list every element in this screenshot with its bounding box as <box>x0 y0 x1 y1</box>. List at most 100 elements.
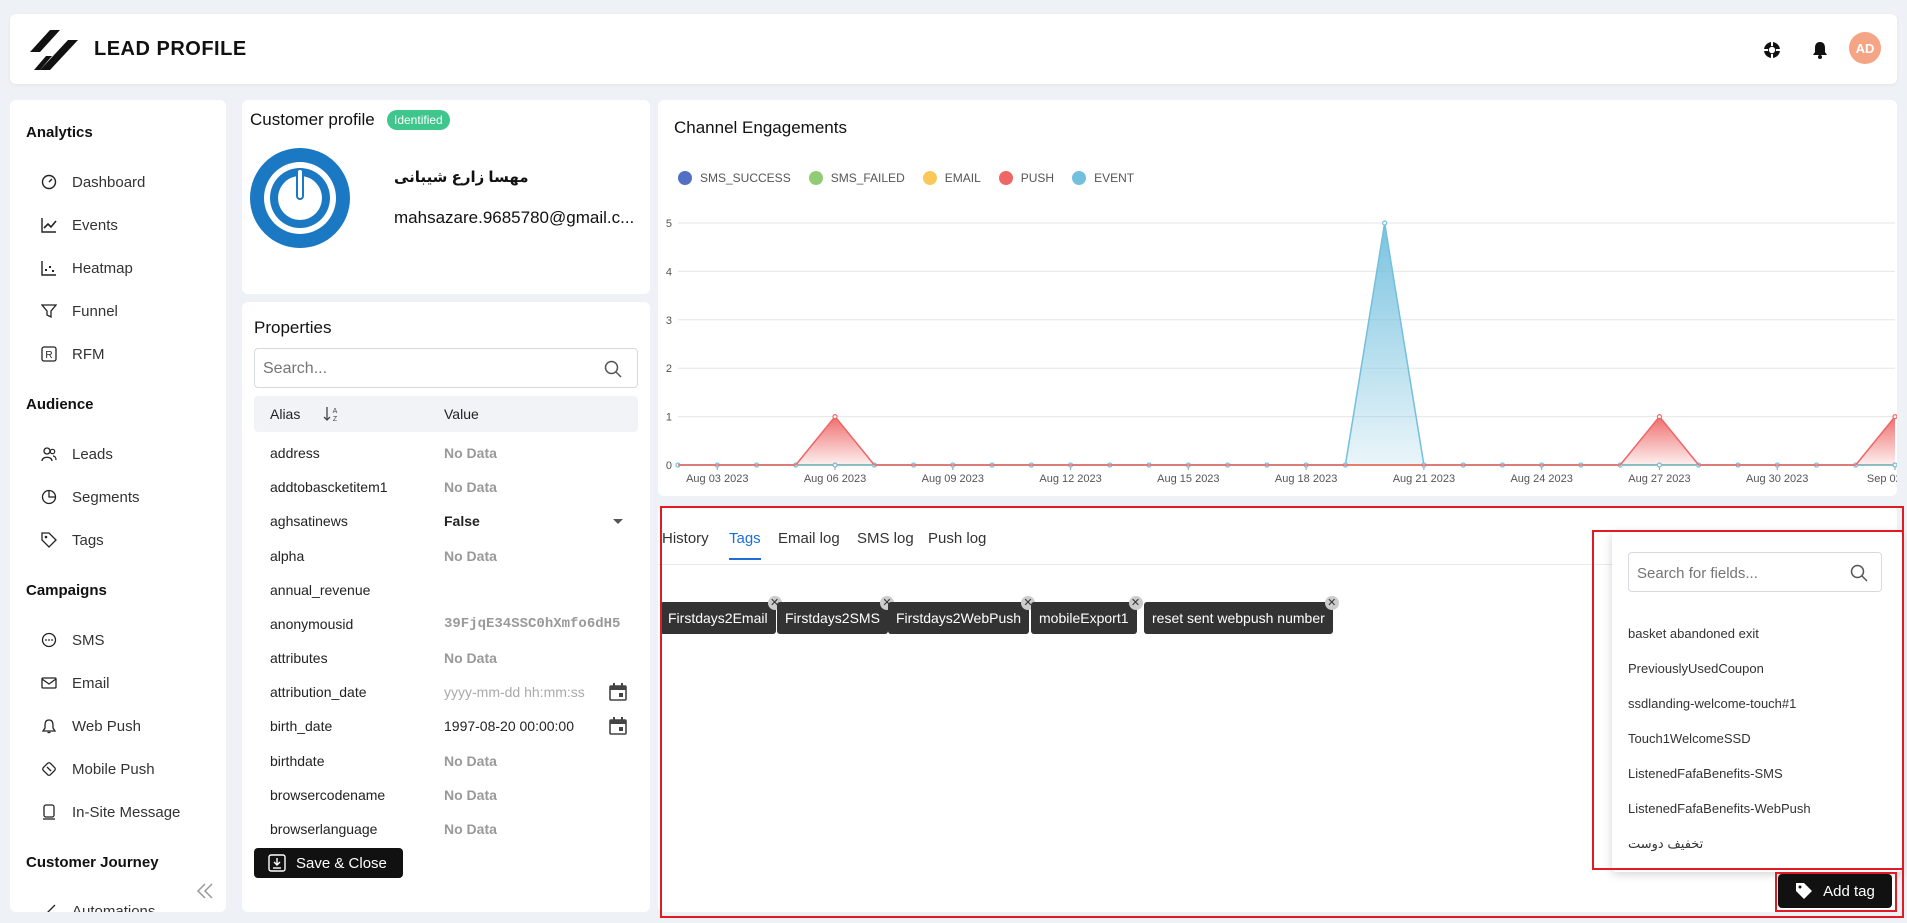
tab-tags[interactable]: Tags <box>729 530 761 560</box>
property-row: addtobascketitem1 No Data <box>254 474 638 500</box>
sidebar-item-label: In-Site Message <box>72 803 181 821</box>
tag-chip-label: reset sent webpush number <box>1152 610 1325 626</box>
property-value[interactable]: No Data <box>444 787 620 803</box>
property-key: annual_revenue <box>270 582 371 598</box>
svg-text:Z: Z <box>333 416 338 423</box>
series-area-push <box>678 416 1895 465</box>
save-close-button[interactable]: Save & Close <box>254 848 403 878</box>
bell-icon[interactable] <box>1808 38 1832 62</box>
calendar-icon[interactable] <box>608 716 628 736</box>
sidebar-item-dashboard[interactable]: Dashboard <box>40 169 145 195</box>
property-value[interactable]: No Data <box>444 548 620 564</box>
help-lifebuoy-icon[interactable] <box>1760 38 1784 62</box>
double-chevron-left-icon[interactable] <box>194 880 216 902</box>
sidebar-item-email[interactable]: Email <box>40 670 110 696</box>
svg-text:A: A <box>333 408 338 415</box>
calendar-icon[interactable] <box>608 682 628 702</box>
sidebar-item-funnel[interactable]: Funnel <box>40 298 118 324</box>
funnel-icon <box>40 302 58 320</box>
sidebar-item-sms[interactable]: SMS <box>40 627 105 653</box>
tag-chip-label: Firstdays2SMS <box>785 610 880 626</box>
property-date-input[interactable]: 1997-08-20 00:00:00 <box>444 718 594 734</box>
dropdown-option[interactable]: ListenedFafaBenefits-SMS <box>1628 766 1783 781</box>
dropdown-option[interactable]: ListenedFafaBenefits-WebPush <box>1628 801 1811 816</box>
y-tick-label: 1 <box>666 412 672 424</box>
search-icon[interactable] <box>603 359 623 379</box>
tag-icon <box>40 531 58 549</box>
x-tick-label: Aug 06 2023 <box>804 473 866 485</box>
sidebar-item-automations[interactable]: Automations <box>40 898 155 912</box>
properties-search <box>254 348 638 388</box>
sidebar-item-segments[interactable]: Segments <box>40 484 140 510</box>
data-point-push[interactable] <box>1892 414 1897 420</box>
data-point-event[interactable] <box>1382 220 1388 226</box>
tag-search-input[interactable] <box>1637 562 1837 584</box>
property-value[interactable]: No Data <box>444 753 620 769</box>
sidebar-item-web-push[interactable]: Web Push <box>40 713 141 739</box>
sidebar-item-in-site-message[interactable]: In-Site Message <box>40 799 180 825</box>
property-key: attribution_date <box>270 684 367 700</box>
tab-push-log[interactable]: Push log <box>928 530 986 558</box>
sidebar-item-label: Events <box>72 216 118 234</box>
tag-chip[interactable]: Firstdays2Email ✕ <box>660 596 782 634</box>
in-site-message-icon <box>40 803 58 821</box>
automation-icon <box>40 902 58 912</box>
value-column-header: Value <box>444 406 479 422</box>
bell-outline-icon <box>40 717 58 735</box>
property-key: birthdate <box>270 753 325 769</box>
tag-icon <box>1796 883 1813 899</box>
property-key: birth_date <box>270 718 333 734</box>
profile-avatar <box>250 148 350 248</box>
property-value[interactable]: 39FjqE34SSC0hXmfo6dH5 <box>444 616 620 632</box>
tag-chip[interactable]: Firstdays2SMS ✕ <box>777 596 894 634</box>
search-icon[interactable] <box>1849 563 1869 583</box>
remove-tag-icon[interactable]: ✕ <box>1128 596 1143 610</box>
y-tick-label: 3 <box>666 315 672 327</box>
property-date-input[interactable]: yyyy-mm-dd hh:mm:ss <box>444 684 594 700</box>
y-tick-label: 2 <box>666 363 672 375</box>
tag-chip[interactable]: Firstdays2WebPush ✕ <box>888 596 1036 634</box>
caret-down-icon[interactable] <box>608 511 628 531</box>
property-value[interactable]: No Data <box>444 445 620 461</box>
app-logo[interactable] <box>26 26 82 74</box>
property-row: annual_revenue <box>254 577 638 603</box>
add-tag-button[interactable]: Add tag <box>1778 874 1892 908</box>
alias-column-header: Alias <box>270 406 301 422</box>
dropdown-option[interactable]: تخفیف دوست <box>1628 836 1703 852</box>
tab-history[interactable]: History <box>662 530 709 558</box>
sidebar-item-leads[interactable]: Leads <box>40 441 113 467</box>
x-tick-label: Aug 18 2023 <box>1275 473 1337 485</box>
sidebar-item-rfm[interactable]: R RFM <box>40 341 105 367</box>
sidebar-item-tags[interactable]: Tags <box>40 527 104 553</box>
dropdown-option[interactable]: Touch1WelcomeSSD <box>1628 731 1751 746</box>
tag-chip[interactable]: mobileExport1 ✕ <box>1031 596 1143 634</box>
property-value[interactable]: No Data <box>444 479 620 495</box>
property-value-select[interactable]: False <box>444 513 620 529</box>
tag-chip[interactable]: reset sent webpush number ✕ <box>1144 596 1339 634</box>
data-point-push[interactable] <box>1656 414 1663 420</box>
remove-tag-icon[interactable]: ✕ <box>1324 596 1339 610</box>
save-close-label: Save & Close <box>296 854 387 872</box>
pie-chart-icon <box>40 488 58 506</box>
sidebar-item-mobile-push[interactable]: Mobile Push <box>40 756 155 782</box>
tab-email-log[interactable]: Email log <box>778 530 840 558</box>
property-key: attributes <box>270 650 328 666</box>
dropdown-option[interactable]: ssdlanding-welcome-touch#1 <box>1628 696 1796 711</box>
dropdown-option[interactable]: basket abandoned exit <box>1628 626 1759 641</box>
tag-picker-dropdown: basket abandoned exit PreviouslyUsedCoup… <box>1612 532 1902 872</box>
property-key: address <box>270 445 320 461</box>
property-row: anonymousid 39FjqE34SSC0hXmfo6dH5 <box>254 611 638 637</box>
properties-search-input[interactable] <box>263 358 583 380</box>
sidebar-item-events[interactable]: Events <box>40 212 118 238</box>
sidebar-item-heatmap[interactable]: Heatmap <box>40 255 133 281</box>
property-value[interactable]: No Data <box>444 821 620 837</box>
series-line-event <box>678 222 1895 466</box>
sort-alpha-icon[interactable]: AZ <box>323 405 341 423</box>
property-value[interactable]: No Data <box>444 650 620 666</box>
tab-sms-log[interactable]: SMS log <box>857 530 914 558</box>
sidebar: Analytics Dashboard Events Heatmap Funne… <box>10 100 226 912</box>
user-avatar[interactable]: AD <box>1849 32 1881 64</box>
data-point-push[interactable] <box>832 414 838 420</box>
dropdown-option[interactable]: PreviouslyUsedCoupon <box>1628 661 1764 676</box>
x-tick-label: Aug 12 2023 <box>1039 473 1101 485</box>
